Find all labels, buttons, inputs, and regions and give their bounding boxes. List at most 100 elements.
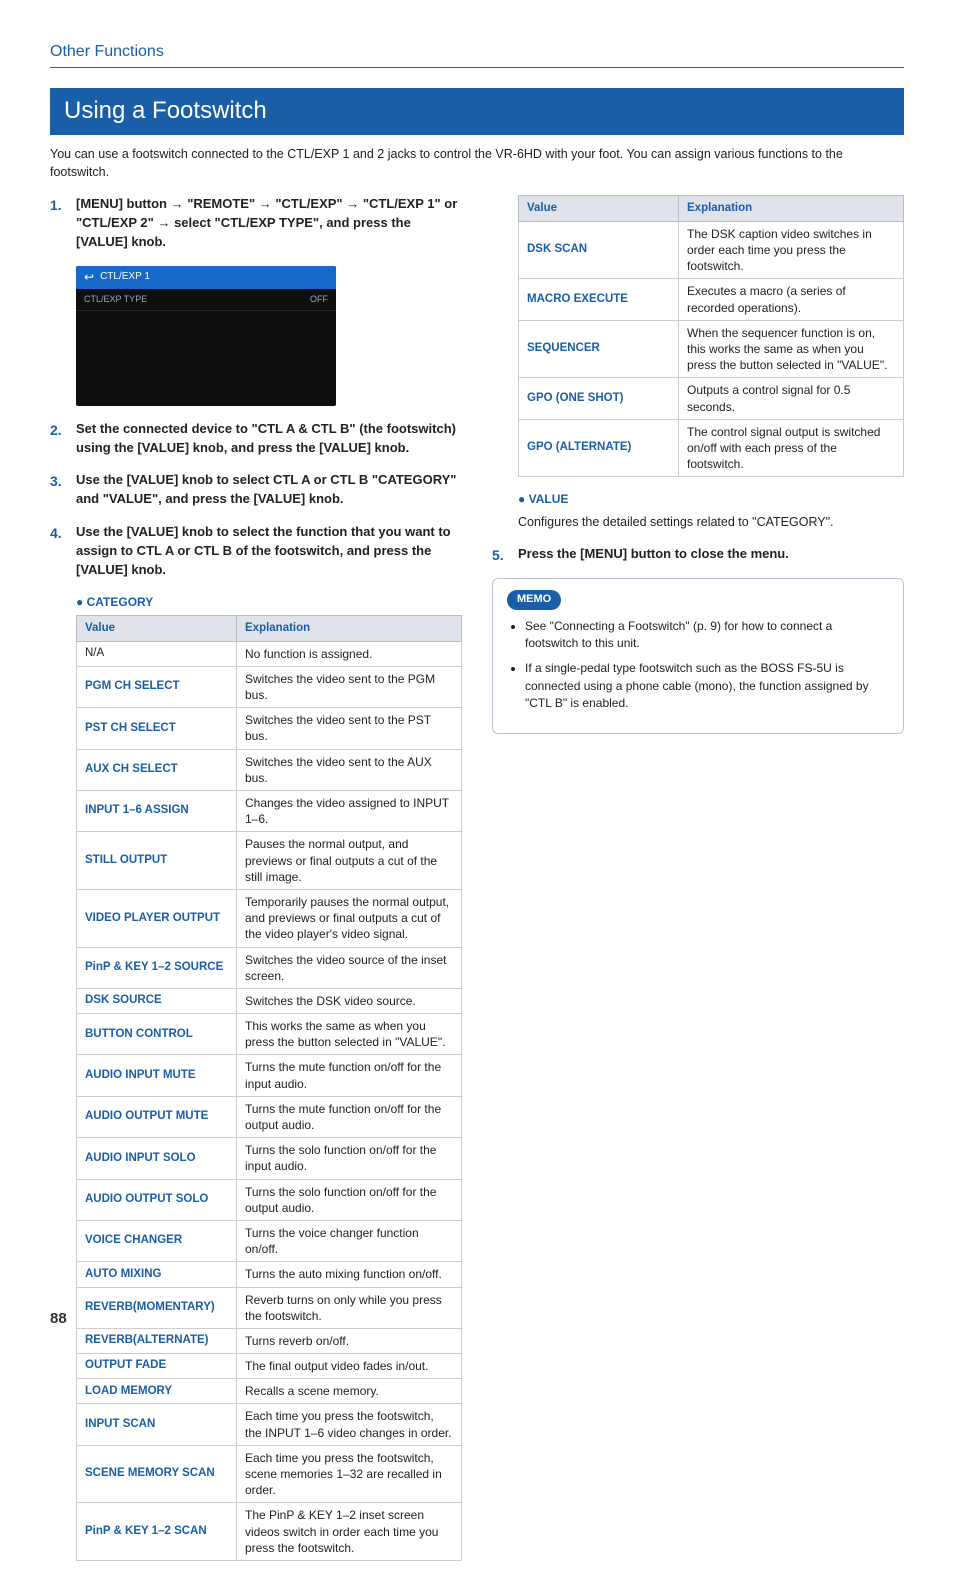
cell-explanation: Each time you press the footswitch, the …: [237, 1404, 462, 1445]
th-value: Value: [77, 616, 237, 642]
step-5: Press the [MENU] button to close the men…: [492, 545, 904, 564]
cell-explanation: Switches the video source of the inset s…: [237, 947, 462, 988]
cell-value: MACRO EXECUTE: [519, 279, 679, 320]
table-row: AUX CH SELECTSwitches the video sent to …: [77, 749, 462, 790]
screenshot-row-value: OFF: [310, 293, 328, 306]
screenshot-row-label: CTL/EXP TYPE: [84, 293, 147, 306]
table-row: AUTO MIXINGTurns the auto mixing functio…: [77, 1262, 462, 1287]
table-row: GPO (ONE SHOT)Outputs a control signal f…: [519, 378, 904, 419]
cell-value: SCENE MEMORY SCAN: [77, 1445, 237, 1503]
step1-part3: "CTL/EXP": [272, 196, 346, 211]
table-row: DSK SCANThe DSK caption video switches i…: [519, 221, 904, 279]
step-3: Use the [VALUE] knob to select CTL A or …: [50, 471, 462, 509]
table-row: INPUT SCANEach time you press the footsw…: [77, 1404, 462, 1445]
memo-list: See "Connecting a Footswitch" (p. 9) for…: [507, 618, 889, 713]
cell-value: DSK SCAN: [519, 221, 679, 279]
cell-value: SEQUENCER: [519, 320, 679, 378]
cell-value: AUDIO OUTPUT SOLO: [77, 1179, 237, 1220]
cell-explanation: Switches the DSK video source.: [237, 988, 462, 1013]
memo-badge: MEMO: [507, 590, 561, 610]
screenshot-row: CTL/EXP TYPE OFF: [76, 289, 336, 311]
section-title: Using a Footswitch: [50, 88, 904, 135]
cell-explanation: Reverb turns on only while you press the…: [237, 1287, 462, 1328]
cell-explanation: The final output video fades in/out.: [237, 1354, 462, 1379]
cell-explanation: Switches the video sent to the PST bus.: [237, 708, 462, 749]
cell-explanation: Turns the solo function on/off for the o…: [237, 1179, 462, 1220]
cell-explanation: Switches the video sent to the PGM bus.: [237, 666, 462, 707]
step-1: [MENU] button → "REMOTE" → "CTL/EXP" → "…: [50, 195, 462, 252]
device-screenshot: ↩ CTL/EXP 1 CTL/EXP TYPE OFF: [76, 266, 336, 406]
cell-explanation: Executes a macro (a series of recorded o…: [679, 279, 904, 320]
table-row: PGM CH SELECTSwitches the video sent to …: [77, 666, 462, 707]
table-row: AUDIO INPUT SOLOTurns the solo function …: [77, 1138, 462, 1179]
table-row: AUDIO INPUT MUTETurns the mute function …: [77, 1055, 462, 1096]
table-row: DSK SOURCESwitches the DSK video source.: [77, 988, 462, 1013]
table-row: REVERB(MOMENTARY)Reverb turns on only wh…: [77, 1287, 462, 1328]
th-explanation: Explanation: [237, 616, 462, 642]
cell-value: AUDIO OUTPUT MUTE: [77, 1096, 237, 1137]
cell-value: STILL OUTPUT: [77, 832, 237, 890]
table-row: BUTTON CONTROLThis works the same as whe…: [77, 1014, 462, 1055]
cell-value: INPUT SCAN: [77, 1404, 237, 1445]
cell-explanation: Pauses the normal output, and previews o…: [237, 832, 462, 890]
table-row: MACRO EXECUTEExecutes a macro (a series …: [519, 279, 904, 320]
table-row: PST CH SELECTSwitches the video sent to …: [77, 708, 462, 749]
cell-value: VIDEO PLAYER OUTPUT: [77, 889, 237, 947]
arrow-icon: →: [259, 196, 272, 211]
cell-explanation: Turns the auto mixing function on/off.: [237, 1262, 462, 1287]
cell-explanation: The PinP & KEY 1–2 inset screen videos s…: [237, 1503, 462, 1561]
table-row: GPO (ALTERNATE)The control signal output…: [519, 419, 904, 477]
memo-item: See "Connecting a Footswitch" (p. 9) for…: [525, 618, 889, 653]
category-subhead: CATEGORY: [76, 594, 462, 611]
cell-value: BUTTON CONTROL: [77, 1014, 237, 1055]
cell-value: PGM CH SELECT: [77, 666, 237, 707]
cell-value: AUDIO INPUT MUTE: [77, 1055, 237, 1096]
arrow-icon: →: [346, 196, 359, 211]
cell-explanation: Temporarily pauses the normal output, an…: [237, 889, 462, 947]
cell-value: REVERB(MOMENTARY): [77, 1287, 237, 1328]
memo-item: If a single-pedal type footswitch such a…: [525, 660, 889, 712]
screenshot-title: CTL/EXP 1: [100, 270, 150, 285]
step-2: Set the connected device to "CTL A & CTL…: [50, 420, 462, 458]
cell-explanation: Outputs a control signal for 0.5 seconds…: [679, 378, 904, 419]
cell-explanation: Turns the solo function on/off for the i…: [237, 1138, 462, 1179]
cell-explanation: The control signal output is switched on…: [679, 419, 904, 477]
step-4: Use the [VALUE] knob to select the funct…: [50, 523, 462, 580]
table-row: INPUT 1–6 ASSIGNChanges the video assign…: [77, 791, 462, 832]
table-row: VOICE CHANGERTurns the voice changer fun…: [77, 1220, 462, 1261]
back-arrow-icon: ↩: [84, 269, 94, 286]
memo-box: MEMO See "Connecting a Footswitch" (p. 9…: [492, 578, 904, 734]
table-row: SCENE MEMORY SCANEach time you press the…: [77, 1445, 462, 1503]
category-table: Value Explanation N/ANo function is assi…: [76, 615, 462, 1561]
page-number: 88: [50, 1308, 67, 1330]
cell-explanation: Changes the video assigned to INPUT 1–6.: [237, 791, 462, 832]
section-label: Other Functions: [50, 40, 904, 68]
cell-value: N/A: [77, 641, 237, 666]
cell-explanation: Switches the video sent to the AUX bus.: [237, 749, 462, 790]
cell-explanation: Turns the mute function on/off for the o…: [237, 1096, 462, 1137]
cell-explanation: Turns the voice changer function on/off.: [237, 1220, 462, 1261]
th-explanation: Explanation: [679, 196, 904, 222]
value-description: Configures the detailed settings related…: [518, 513, 904, 531]
table-row: VIDEO PLAYER OUTPUTTemporarily pauses th…: [77, 889, 462, 947]
category-table-cont: Value Explanation DSK SCANThe DSK captio…: [518, 195, 904, 477]
table-row: OUTPUT FADEThe final output video fades …: [77, 1354, 462, 1379]
step1-part2: "REMOTE": [184, 196, 259, 211]
table-row: SEQUENCERWhen the sequencer function is …: [519, 320, 904, 378]
cell-value: INPUT 1–6 ASSIGN: [77, 791, 237, 832]
table-row: STILL OUTPUTPauses the normal output, an…: [77, 832, 462, 890]
cell-value: GPO (ALTERNATE): [519, 419, 679, 477]
cell-value: LOAD MEMORY: [77, 1379, 237, 1404]
cell-value: PinP & KEY 1–2 SCAN: [77, 1503, 237, 1561]
table-row: LOAD MEMORYRecalls a scene memory.: [77, 1379, 462, 1404]
cell-value: PinP & KEY 1–2 SOURCE: [77, 947, 237, 988]
th-value: Value: [519, 196, 679, 222]
cell-value: AUX CH SELECT: [77, 749, 237, 790]
value-subhead: VALUE: [518, 491, 904, 508]
cell-value: PST CH SELECT: [77, 708, 237, 749]
cell-value: VOICE CHANGER: [77, 1220, 237, 1261]
table-row: AUDIO OUTPUT MUTETurns the mute function…: [77, 1096, 462, 1137]
cell-explanation: No function is assigned.: [237, 641, 462, 666]
table-row: AUDIO OUTPUT SOLOTurns the solo function…: [77, 1179, 462, 1220]
table-row: N/ANo function is assigned.: [77, 641, 462, 666]
